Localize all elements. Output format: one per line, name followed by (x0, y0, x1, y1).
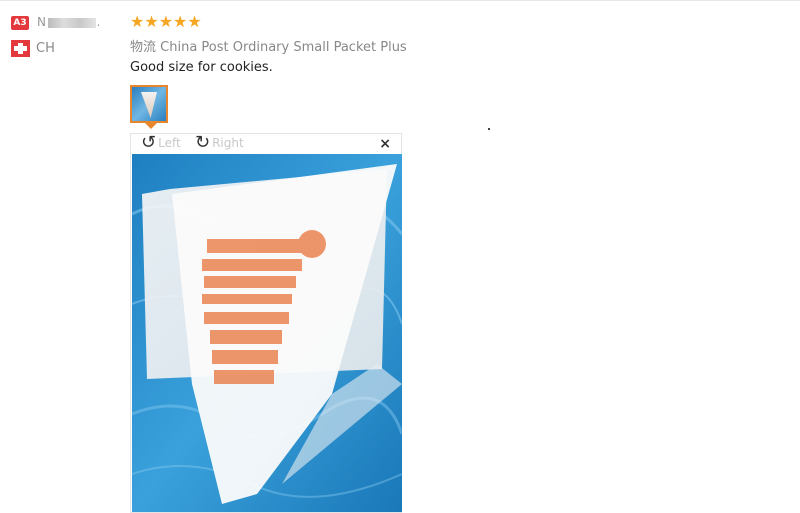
viewer-toolbar: ↺ Left ↻ Right × (131, 134, 401, 154)
rotate-right-label: Right (212, 136, 244, 150)
review-photo-thumbnail[interactable] (130, 85, 168, 123)
photo-viewer: ↺ Left ↻ Right × (130, 133, 402, 513)
shipping-info: 物流 China Post Ordinary Small Packet Plus (130, 36, 407, 55)
reviewer-name: N. (37, 15, 100, 29)
reviewer-country: CH (36, 41, 55, 56)
rotate-left-label: Left (158, 136, 181, 150)
buyer-level-badge: A3 (11, 16, 29, 30)
rotate-right-icon: ↻ (195, 132, 211, 153)
review-comment: Good size for cookies. (130, 60, 273, 75)
thumbnail-image (141, 92, 157, 118)
shipping-method: China Post Ordinary Small Packet Plus (160, 40, 407, 55)
reviewer-name-initial: N (37, 15, 46, 29)
rotate-left-icon: ↺ (141, 132, 157, 153)
thumbnail-pointer (144, 122, 158, 129)
shipping-prefix: 物流 (130, 40, 157, 55)
review-photo-large (132, 154, 402, 512)
reviewer-name-suffix: . (96, 15, 100, 29)
stray-pixel (488, 128, 490, 130)
star-rating: ★★★★★ (130, 12, 202, 31)
reviewer-name-blurred (48, 17, 97, 28)
close-viewer-button[interactable]: × (379, 136, 391, 152)
switzerland-flag-icon (11, 40, 30, 57)
top-divider (0, 0, 800, 1)
rotate-right-button[interactable]: ↻ Right (195, 132, 244, 153)
rotate-left-button[interactable]: ↺ Left (141, 132, 181, 153)
